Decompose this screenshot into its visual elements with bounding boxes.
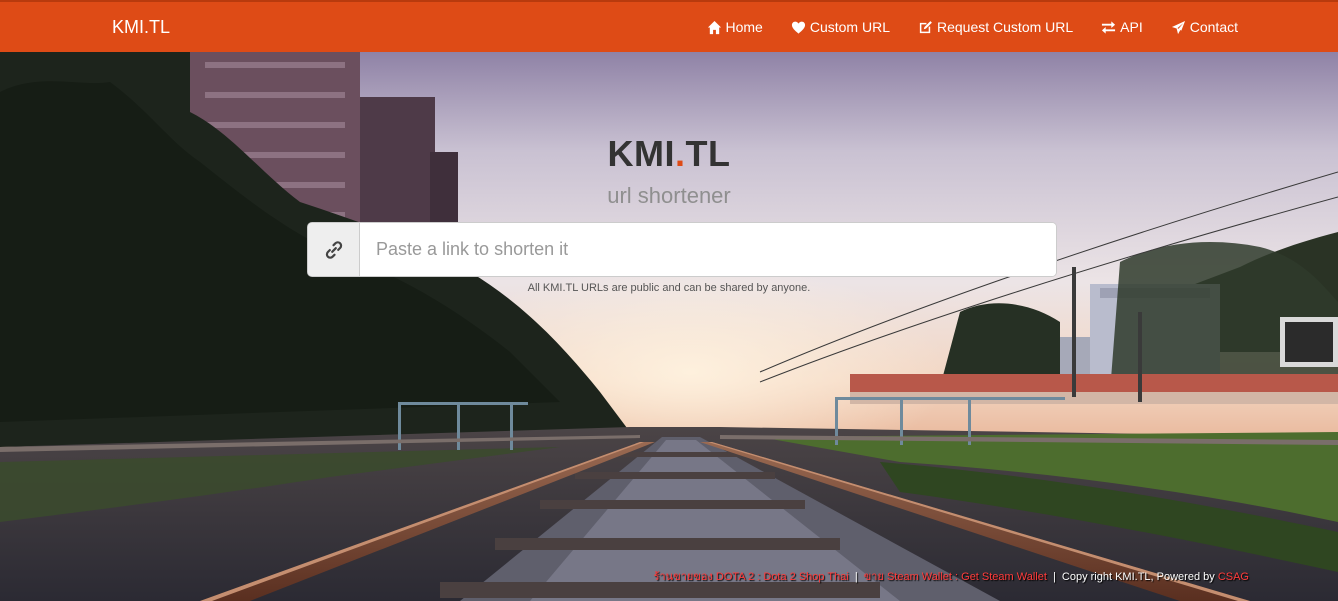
url-input[interactable]	[360, 223, 1056, 276]
footer-copyright: Copy right KMI.TL, Powered by	[1061, 571, 1215, 583]
site-title-dot: .	[675, 133, 686, 174]
public-notice-text: All KMI.TL URLs are public and can be sh…	[527, 282, 811, 294]
nav-menu: Home Custom URL Request Custom URL API C…	[707, 2, 1238, 52]
nav-item-custom-url[interactable]: Custom URL	[791, 19, 890, 35]
heart-icon	[791, 21, 805, 34]
hero-section: KMI.TL url shortener All KMI.TL URLs are…	[0, 52, 1338, 601]
shorten-form	[307, 222, 1057, 277]
nav-item-label: Custom URL	[809, 19, 890, 35]
nav-item-label: API	[1120, 19, 1143, 35]
home-icon	[707, 20, 721, 34]
hero-content: KMI.TL url shortener All KMI.TL URLs are…	[0, 52, 1338, 601]
exchange-icon	[1102, 20, 1116, 34]
input-addon	[308, 223, 360, 276]
nav-item-label: Home	[725, 19, 763, 35]
nav-item-contact[interactable]: Contact	[1171, 19, 1238, 35]
footer-link-csag[interactable]: CSAG	[1218, 571, 1249, 583]
brand-logo-link[interactable]: KMI.TL	[112, 17, 170, 38]
footer-link-steam-wallet[interactable]: ขาย Steam Wallet : Get Steam Wallet	[864, 571, 1047, 583]
nav-item-api[interactable]: API	[1101, 19, 1143, 35]
site-title-part1: KMI	[607, 133, 675, 174]
site-subtitle: url shortener	[607, 183, 731, 208]
top-navbar: KMI.TL Home Custom URL Request Custom UR…	[0, 0, 1338, 52]
nav-item-request-custom-url[interactable]: Request Custom URL	[918, 19, 1073, 35]
nav-item-label: Contact	[1189, 19, 1238, 35]
site-title: KMI.TL	[0, 133, 1338, 175]
site-title-part2: TL	[685, 133, 731, 174]
footer-link-dota-shop[interactable]: ร้านขายของ DOTA 2 : Dota 2 Shop Thai	[654, 571, 849, 583]
footer-separator: |	[1052, 571, 1056, 583]
link-icon	[325, 240, 342, 259]
nav-item-label: Request Custom URL	[937, 19, 1074, 35]
footer: ร้านขายของ DOTA 2 : Dota 2 Shop Thai | ข…	[654, 567, 1249, 585]
send-icon	[1171, 20, 1185, 34]
edit-icon	[919, 20, 932, 33]
footer-separator: |	[854, 571, 858, 583]
nav-item-home[interactable]: Home	[707, 19, 763, 35]
